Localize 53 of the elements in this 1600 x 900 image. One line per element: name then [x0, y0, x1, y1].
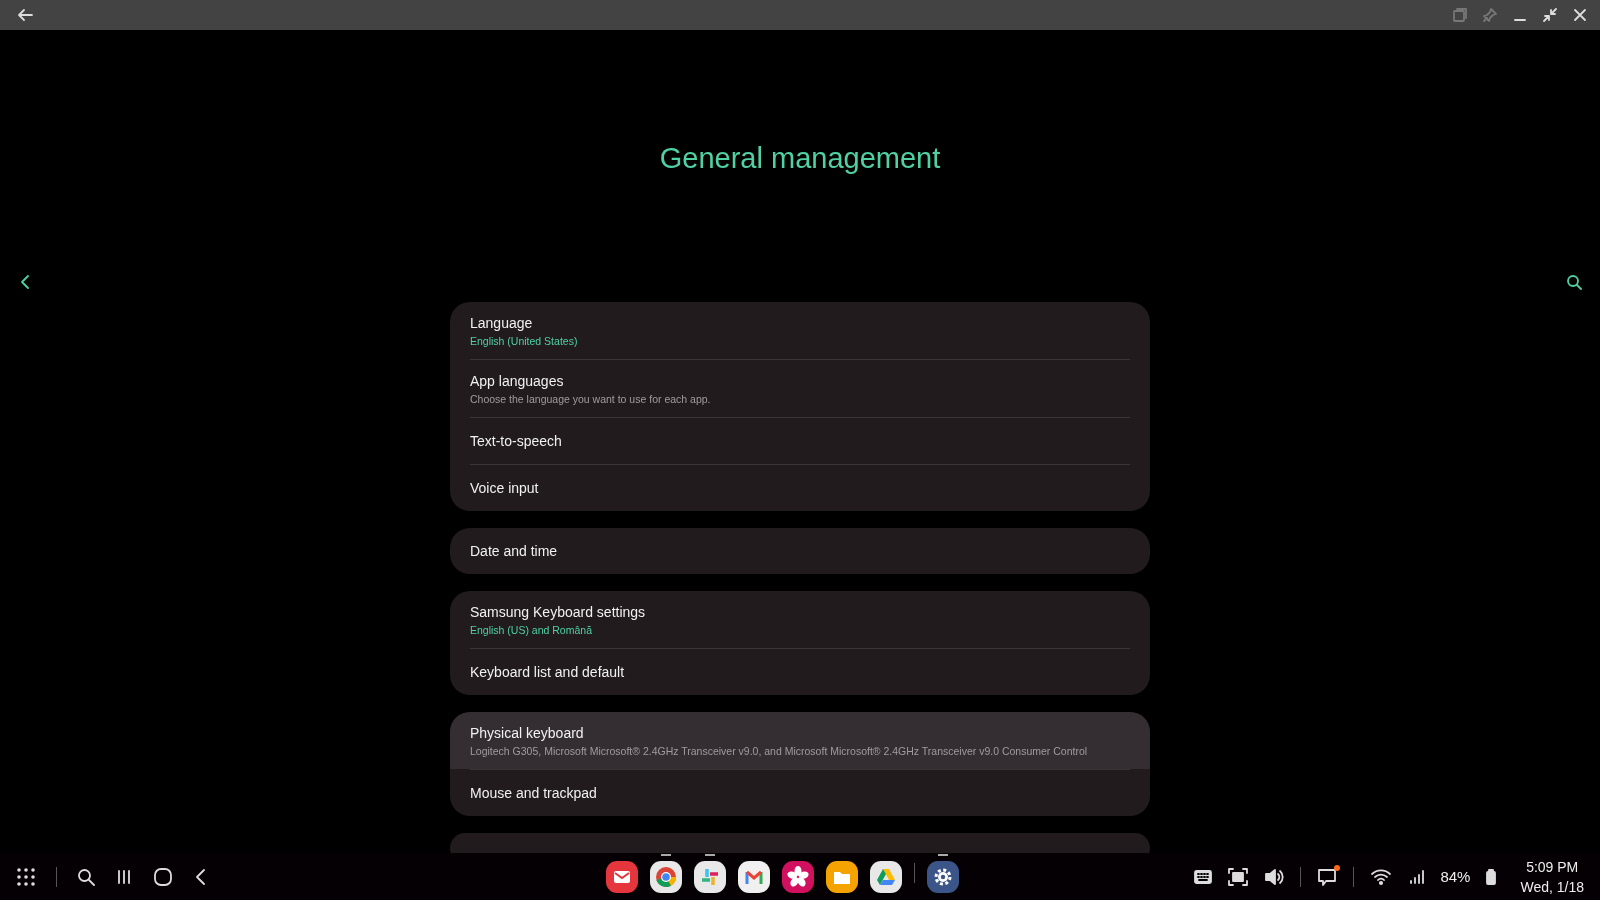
clock-date: Wed, 1/18 [1520, 877, 1584, 897]
item-subtitle: English (United States) [470, 334, 579, 347]
item-subtitle: Logitech G305, Microsoft Microsoft® 2.4GHz Transceiver v9.0, and Microsoft Microsoft® 2.4GHz Transceiver v9.0 Consumer Control [470, 744, 1089, 757]
running-indicator [661, 853, 671, 856]
close-icon[interactable] [1572, 7, 1588, 23]
settings-item[interactable]: Text-to-speech [450, 417, 1150, 464]
item-subtitle: Choose the language you want to use for each app. [470, 392, 712, 405]
item-title: Date and time [470, 543, 559, 559]
settings-item[interactable]: Language English (United States) [450, 302, 1150, 359]
chrome-logo-icon[interactable] [650, 860, 682, 893]
flower-icon[interactable] [782, 860, 814, 893]
settings-item[interactable]: App languages Choose the language you want to use for each app. [450, 359, 1150, 417]
page-title: General management [659, 142, 941, 175]
triangle-logo-icon[interactable] [870, 860, 902, 893]
settings-item[interactable]: Keyboard list and default [450, 648, 1150, 695]
keyboard-icon[interactable] [1194, 869, 1213, 884]
back-chevron-icon[interactable] [193, 867, 207, 886]
envelope-icon[interactable] [606, 860, 638, 893]
item-title: Samsung Keyboard settings [470, 603, 647, 620]
app-grid-icon[interactable] [16, 866, 36, 887]
search-icon[interactable] [77, 867, 95, 886]
item-title: Text-to-speech [470, 433, 563, 449]
clock-time: 5:09 PM [1526, 857, 1579, 877]
wifi-icon[interactable] [1370, 867, 1393, 886]
signal-icon[interactable] [1408, 868, 1425, 885]
item-subtitle: English (US) and Română [470, 623, 593, 636]
search-icon[interactable] [1566, 274, 1582, 290]
item-title: Voice input [470, 480, 540, 496]
settings-item[interactable]: Samsung Keyboard settings English (US) and Română [450, 591, 1150, 648]
settings-item[interactable]: Physical keyboard Logitech G305, Microsoft Microsoft® 2.4GHz Transceiver v9.0, and Microsoft Microsoft® 2.4GHz Transceiver v9.0 Consumer Control [450, 712, 1150, 769]
item-title: App languages [470, 372, 565, 389]
letter-m-icon[interactable] [738, 860, 770, 893]
folder-icon[interactable] [826, 860, 858, 893]
screen-capture-icon[interactable] [1228, 867, 1249, 886]
collapse-icon[interactable] [1542, 7, 1558, 23]
battery-percentage: 84% [1440, 868, 1471, 885]
recents-icon[interactable] [115, 867, 133, 886]
item-title: Keyboard list and default [470, 664, 626, 680]
settings-item[interactable]: Mouse and trackpad [450, 769, 1150, 816]
back-arrow-icon[interactable] [16, 6, 34, 24]
item-title: Physical keyboard [470, 724, 585, 741]
battery-icon [1486, 868, 1497, 885]
home-icon[interactable] [153, 866, 173, 887]
back-chevron-icon[interactable] [18, 274, 32, 290]
speaker-icon[interactable] [1264, 867, 1285, 886]
settings-item[interactable]: Date and time [450, 528, 1150, 574]
running-indicator [705, 853, 715, 856]
item-title: Mouse and trackpad [470, 785, 598, 801]
settings-item[interactable]: Voice input [450, 464, 1150, 511]
gear-icon[interactable] [927, 860, 959, 893]
running-indicator [938, 853, 948, 856]
hash-logo-icon[interactable] [694, 860, 726, 893]
item-title: Language [470, 314, 534, 331]
